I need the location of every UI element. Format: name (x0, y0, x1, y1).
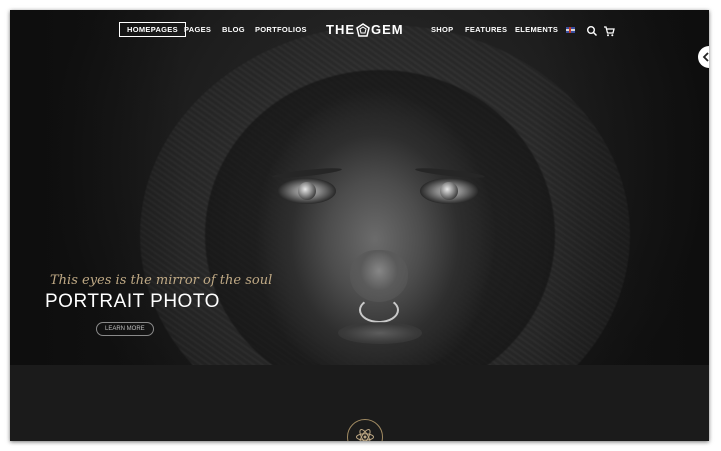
gem-icon (356, 23, 370, 40)
nav-pages[interactable]: PAGES (184, 25, 211, 34)
nav-homepages[interactable]: HOMEPAGES (119, 22, 186, 37)
nav-portfolios[interactable]: PORTFOLIOS (255, 25, 307, 34)
uk-flag-icon[interactable] (566, 27, 575, 33)
main-navigation: HOMEPAGES PAGES BLOG PORTFOLIOS THE GEM S… (10, 10, 709, 50)
site-logo[interactable]: THE GEM (326, 22, 404, 40)
nav-shop[interactable]: SHOP (431, 25, 453, 34)
atom-badge (347, 419, 383, 441)
nav-elements[interactable]: ELEMENTS (515, 25, 558, 34)
nav-blog[interactable]: BLOG (222, 25, 245, 34)
learn-more-button[interactable]: LEARN MORE (96, 322, 154, 336)
logo-text-left: THE (326, 22, 355, 37)
chevron-left-icon (702, 52, 709, 62)
nav-features[interactable]: FEATURES (465, 25, 507, 34)
cart-icon[interactable] (603, 24, 615, 37)
slide-tagline: This eyes is the mirror of the soul (50, 273, 273, 288)
slide-headline: PORTRAIT PHOTO (45, 291, 220, 312)
search-icon[interactable] (586, 24, 598, 37)
browser-frame: HOMEPAGES PAGES BLOG PORTFOLIOS THE GEM S… (10, 10, 709, 441)
logo-text-right: GEM (371, 22, 404, 37)
atom-icon (356, 428, 374, 441)
